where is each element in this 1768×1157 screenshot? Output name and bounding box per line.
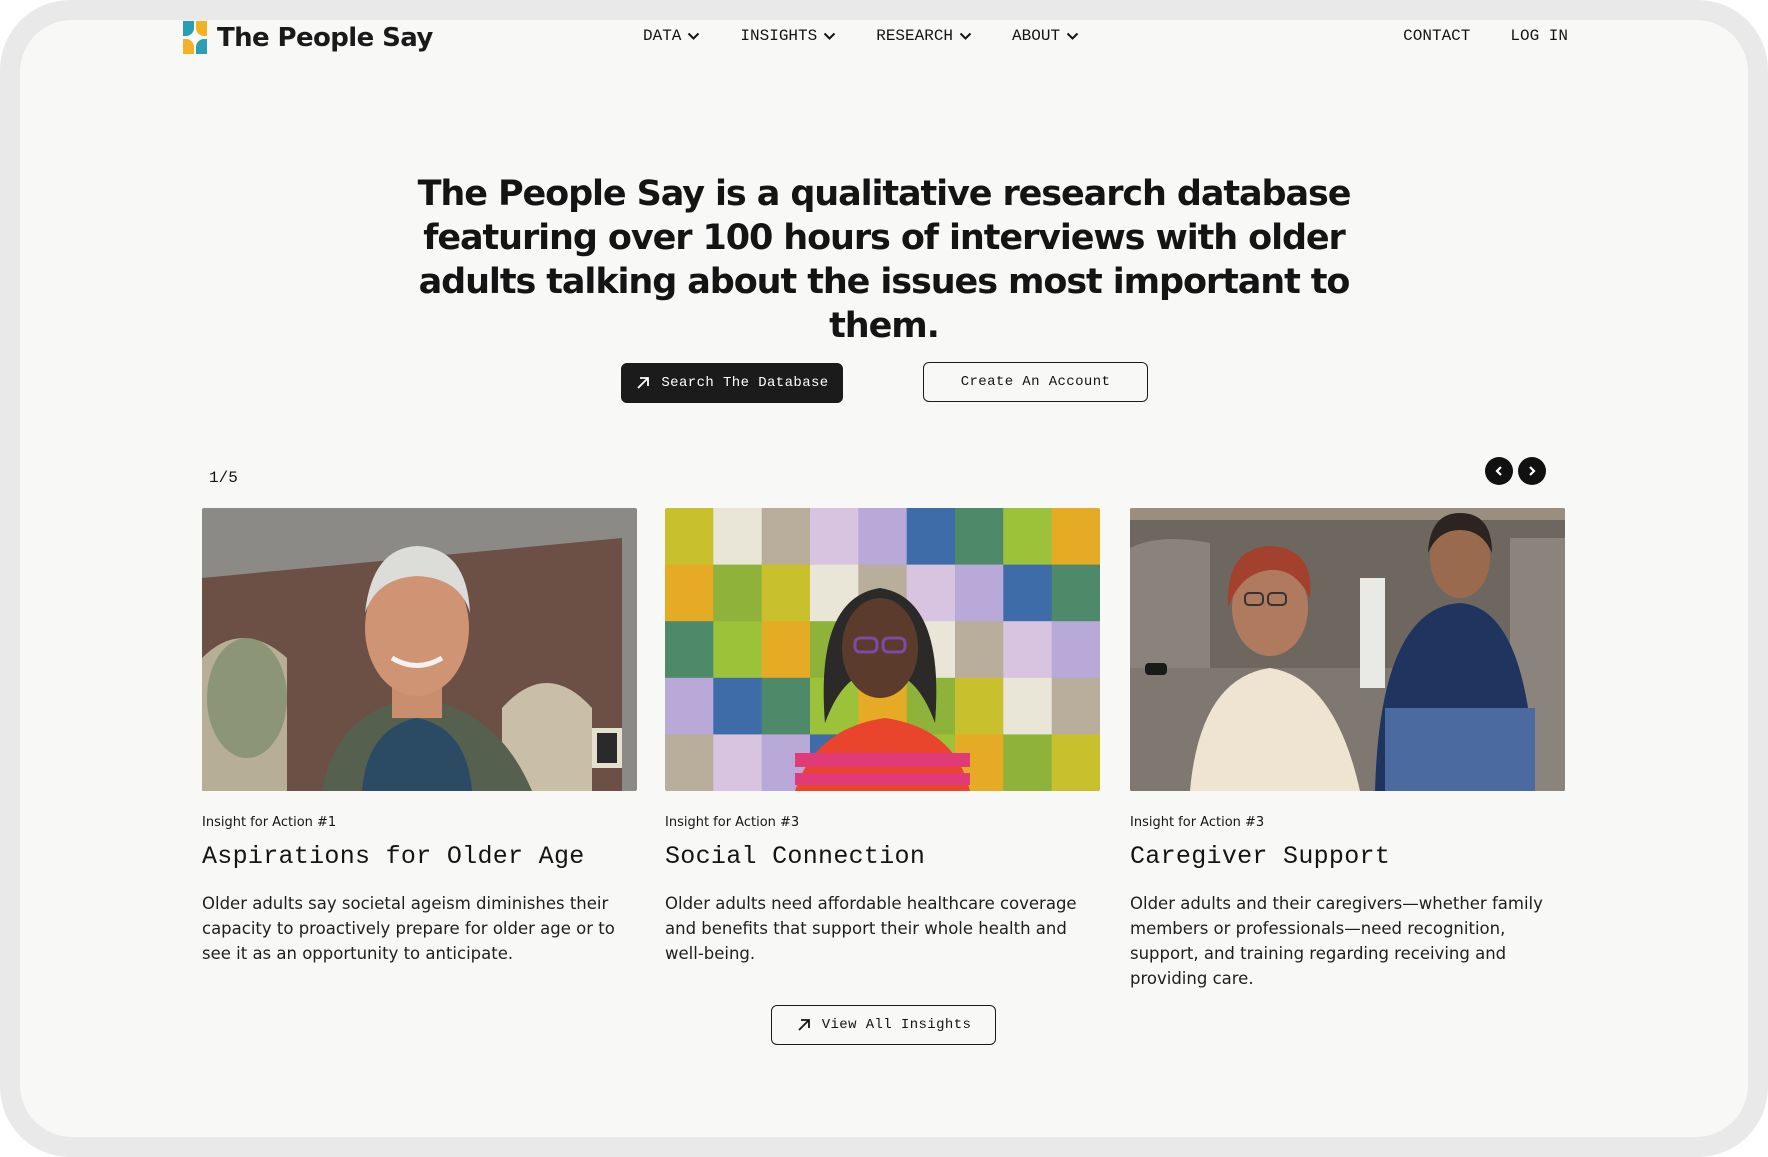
insight-card[interactable]: Insight for Action #3 Social Connection … bbox=[665, 508, 1100, 966]
view-all-insights-button[interactable]: View All Insights bbox=[771, 1005, 996, 1045]
chevron-right-icon bbox=[1529, 466, 1536, 476]
insight-card[interactable]: Insight for Action #3 Caregiver Support … bbox=[1130, 508, 1565, 991]
card-title[interactable]: Social Connection bbox=[665, 842, 1100, 871]
card-title[interactable]: Caregiver Support bbox=[1130, 842, 1565, 871]
carousel-counter: 1/5 bbox=[209, 469, 238, 487]
nav-item-label: RESEARCH bbox=[876, 27, 954, 45]
contact-link[interactable]: CONTACT bbox=[1403, 27, 1470, 45]
mosaic-tile bbox=[1051, 621, 1100, 679]
mosaic-tile bbox=[1003, 564, 1053, 622]
nav-item-insights[interactable]: INSIGHTS bbox=[740, 27, 836, 45]
mosaic-tile bbox=[713, 621, 763, 679]
site-logo[interactable]: The People Say bbox=[183, 21, 433, 55]
mosaic-tile bbox=[858, 508, 908, 566]
card-photo-smiling-man bbox=[202, 508, 637, 791]
logo-mark-icon bbox=[183, 21, 209, 55]
chevron-down-icon bbox=[959, 32, 972, 40]
view-all-insights-label: View All Insights bbox=[821, 1017, 972, 1033]
mosaic-tile bbox=[955, 508, 1004, 566]
mosaic-tile bbox=[665, 564, 714, 622]
mosaic-tile bbox=[1051, 734, 1100, 791]
main-nav: DATA INSIGHTS RESEARCH ABOUT bbox=[643, 27, 1119, 45]
mosaic-tile bbox=[665, 677, 714, 735]
chevron-down-icon bbox=[1066, 32, 1079, 40]
card-photo-two-women-sofa bbox=[1130, 508, 1565, 791]
mosaic-tile bbox=[665, 734, 714, 791]
nav-item-research[interactable]: RESEARCH bbox=[876, 27, 972, 45]
arrow-up-right-icon bbox=[798, 1019, 810, 1031]
mosaic-tile bbox=[713, 508, 763, 566]
chevron-down-icon bbox=[688, 32, 700, 40]
logo-text: The People Say bbox=[217, 23, 433, 53]
nav-item-data[interactable]: DATA bbox=[643, 27, 700, 45]
mosaic-tile bbox=[1003, 621, 1053, 679]
mosaic-tile bbox=[955, 621, 1004, 679]
mosaic-tile bbox=[1051, 677, 1100, 735]
card-photo-woman-colorful-wall bbox=[665, 508, 1100, 791]
card-description: Older adults need affordable healthcare … bbox=[665, 894, 1077, 963]
nav-item-label: DATA bbox=[643, 27, 682, 45]
nav-item-label: ABOUT bbox=[1012, 27, 1061, 45]
mosaic-tile bbox=[1051, 564, 1100, 622]
create-account-button[interactable]: Create An Account bbox=[923, 362, 1148, 402]
create-account-label: Create An Account bbox=[960, 374, 1111, 390]
mosaic-tile bbox=[713, 734, 763, 791]
mosaic-tile bbox=[665, 508, 714, 566]
chevron-left-icon bbox=[1495, 466, 1502, 476]
mosaic-tile bbox=[906, 508, 956, 566]
nav-item-label: INSIGHTS bbox=[740, 27, 818, 45]
arrow-up-right-icon bbox=[637, 377, 650, 389]
card-title[interactable]: Aspirations for Older Age bbox=[202, 842, 637, 871]
login-link[interactable]: LOG IN bbox=[1510, 27, 1568, 45]
mosaic-tile bbox=[955, 564, 1004, 622]
card-kicker: Insight for Action #3 bbox=[1130, 815, 1265, 830]
search-database-label: Search The Database bbox=[661, 375, 829, 391]
mosaic-tile bbox=[665, 621, 714, 679]
mosaic-tile bbox=[1051, 508, 1100, 566]
mosaic-tile bbox=[810, 508, 859, 566]
card-kicker: Insight for Action #3 bbox=[665, 815, 800, 830]
card-description: Older adults and their caregivers—whethe… bbox=[1130, 894, 1543, 988]
mosaic-tile bbox=[713, 564, 763, 622]
mosaic-tile bbox=[1003, 734, 1053, 791]
carousel-next-button[interactable] bbox=[1518, 457, 1546, 485]
utility-nav: CONTACT LOG IN bbox=[1403, 27, 1568, 45]
card-kicker: Insight for Action #1 bbox=[202, 815, 337, 830]
hero-title: The People Say is a qualitative research… bbox=[417, 174, 1352, 346]
insight-card[interactable]: Insight for Action #1 Aspirations for Ol… bbox=[202, 508, 637, 966]
mosaic-tile bbox=[761, 677, 811, 735]
mosaic-tile bbox=[713, 677, 763, 735]
mosaic-tile bbox=[761, 564, 811, 622]
mosaic-tile bbox=[761, 508, 811, 566]
mosaic-tile bbox=[955, 677, 1004, 735]
nav-item-about[interactable]: ABOUT bbox=[1012, 27, 1079, 45]
mosaic-tile bbox=[761, 621, 811, 679]
carousel-prev-button[interactable] bbox=[1485, 457, 1513, 485]
mosaic-tile bbox=[1003, 677, 1053, 735]
search-database-button[interactable]: Search The Database bbox=[621, 363, 843, 403]
card-description: Older adults say societal ageism diminis… bbox=[202, 894, 615, 963]
chevron-down-icon bbox=[824, 32, 836, 40]
mosaic-tile bbox=[1003, 508, 1053, 566]
